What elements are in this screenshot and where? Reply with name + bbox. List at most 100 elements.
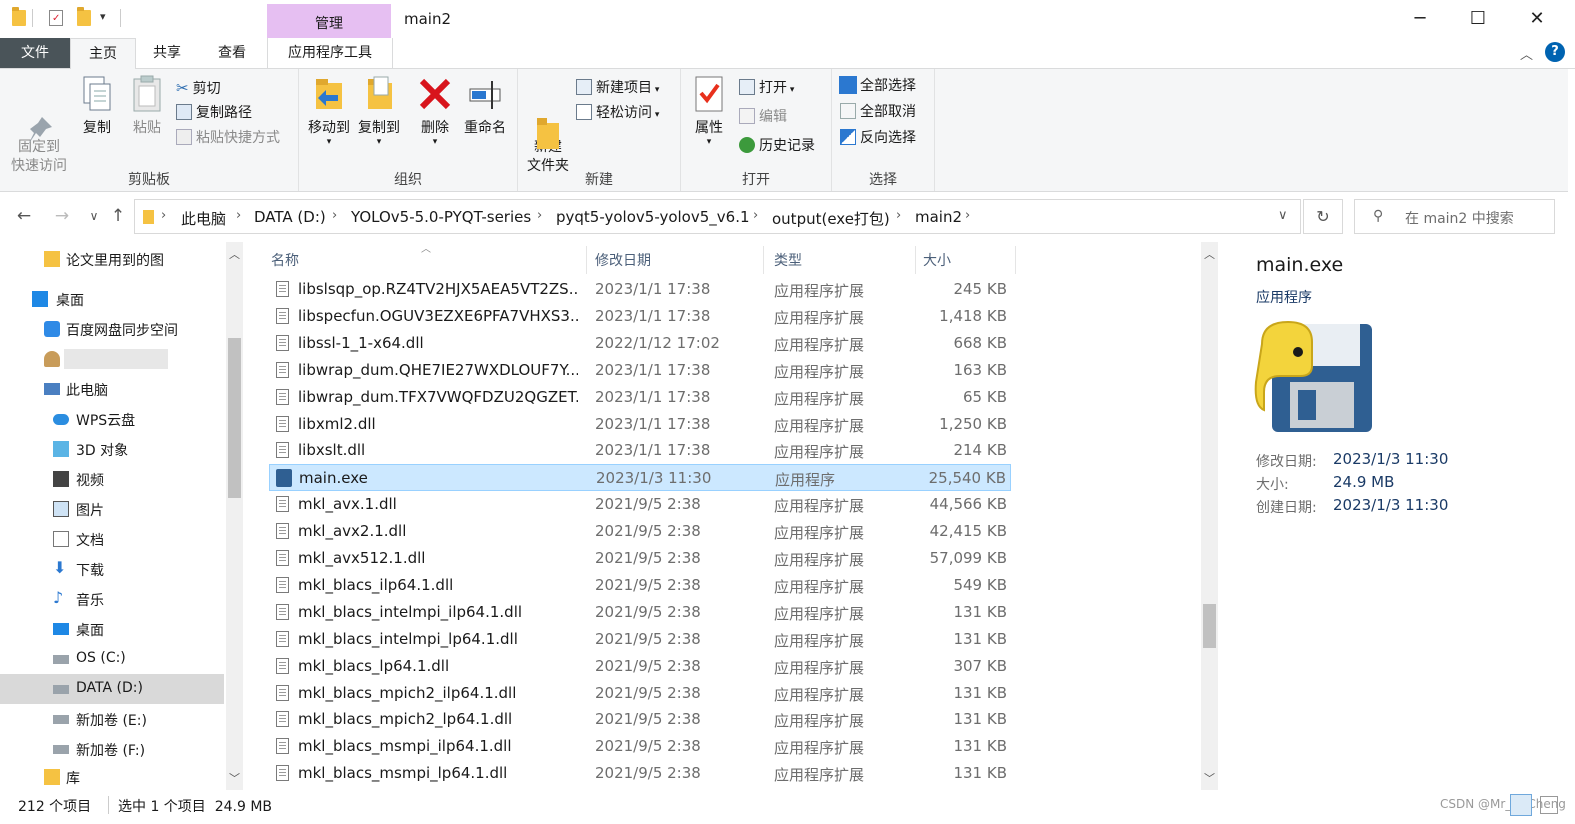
new-folder-button[interactable]: 新建 文件夹: [520, 75, 576, 176]
invert-selection-button[interactable]: 反向选择: [840, 127, 916, 149]
rename-button[interactable]: 重命名: [459, 75, 511, 138]
nav-item-volume-e[interactable]: 新加卷 (E:): [0, 704, 224, 734]
table-row[interactable]: libwrap_dum.TFX7VWQFDZU2QGZET... 2023/1/1…: [269, 384, 1011, 411]
nav-item-os-c[interactable]: OS (C:): [0, 644, 224, 674]
search-input[interactable]: ⚲ 在 main2 中搜索: [1354, 199, 1555, 234]
column-header-size[interactable]: 大小: [923, 250, 951, 270]
select-none-button[interactable]: 全部取消: [840, 101, 916, 123]
copy-path-button[interactable]: 复制路径: [176, 102, 252, 124]
select-all-button[interactable]: 全部选择: [839, 75, 916, 97]
column-header-type[interactable]: 类型: [774, 250, 802, 270]
customize-qat-icon[interactable]: ▾: [100, 10, 106, 23]
scroll-down-icon[interactable]: ﹀: [1204, 770, 1215, 786]
open-button[interactable]: 打开 ▾: [739, 77, 794, 99]
breadcrumb-data-drive[interactable]: DATA (D:): [254, 208, 326, 226]
table-row[interactable]: mkl_avx.1.dll 2021/9/5 2:38 应用程序扩展 44,566 K…: [269, 491, 1011, 518]
help-icon[interactable]: ?: [1545, 42, 1565, 62]
tab-home[interactable]: 主页: [70, 38, 136, 70]
column-header-name[interactable]: 名称: [271, 250, 299, 270]
breadcrumb-main2[interactable]: main2: [915, 208, 962, 226]
tab-app-tools[interactable]: 应用程序工具: [267, 38, 393, 68]
column-divider[interactable]: [763, 246, 764, 274]
breadcrumb-pyqt5-yolov5[interactable]: pyqt5-yolov5-yolov5_v6.1: [556, 208, 750, 226]
table-row[interactable]: libssl-1_1-x64.dll 2022/1/12 17:02 应用程序扩展 6…: [269, 330, 1011, 357]
close-button[interactable]: ✕: [1508, 0, 1566, 38]
table-row[interactable]: libxml2.dll 2023/1/1 17:38 应用程序扩展 1,250 KB: [269, 411, 1011, 438]
nav-item-desktop-2[interactable]: 桌面: [0, 614, 224, 644]
nav-item-baidu-sync[interactable]: 百度网盘同步空间: [0, 314, 224, 344]
file-list-scrollbar-thumb[interactable]: [1203, 604, 1216, 648]
table-row[interactable]: mkl_blacs_mpich2_ilp64.1.dll 2021/9/5 2:3…: [269, 680, 1011, 707]
table-row[interactable]: mkl_blacs_msmpi_ilp64.1.dll 2021/9/5 2:38…: [269, 733, 1011, 760]
nav-item-pictures[interactable]: 图片: [0, 494, 224, 524]
refresh-icon[interactable]: ↻: [1303, 199, 1343, 234]
maximize-button[interactable]: ☐: [1449, 0, 1507, 38]
copy-to-button[interactable]: 复制到 ▾: [353, 75, 405, 147]
table-row[interactable]: mkl_avx2.1.dll 2021/9/5 2:38 应用程序扩展 42,415 …: [269, 518, 1011, 545]
tab-file[interactable]: 文件: [0, 38, 70, 68]
tab-view[interactable]: 查看: [200, 38, 264, 68]
table-row[interactable]: libspecfun.OGUV3EZXE6PFA7VHXS3... 2023/1/…: [269, 303, 1011, 330]
nav-item-videos[interactable]: 视频: [0, 464, 224, 494]
table-row[interactable]: mkl_blacs_lp64.1.dll 2021/9/5 2:38 应用程序扩展 3…: [269, 653, 1011, 680]
new-item-button[interactable]: 新建项目 ▾: [576, 77, 659, 99]
address-bar[interactable]: › 此电脑 › DATA (D:) › YOLOv5-5.0-PYQT-seri…: [134, 199, 1301, 234]
breadcrumb-this-pc[interactable]: 此电脑: [181, 208, 226, 229]
nav-item-libraries[interactable]: 库: [0, 762, 224, 792]
pin-quick-access-button[interactable]: 固定到 快速访问: [6, 75, 72, 176]
delete-button[interactable]: 删除 ▾: [413, 75, 457, 147]
new-folder-icon[interactable]: [77, 7, 91, 26]
nav-item-3d-objects[interactable]: 3D 对象: [0, 434, 224, 464]
copy-button[interactable]: 复制: [76, 75, 118, 138]
move-to-button[interactable]: 移动到 ▾: [303, 75, 355, 147]
table-row[interactable]: main.exe 2023/1/3 11:30 应用程序 25,540 KB: [269, 464, 1011, 492]
table-row[interactable]: mkl_blacs_ilp64.1.dll 2021/9/5 2:38 应用程序扩展…: [269, 572, 1011, 599]
paste-button[interactable]: 粘贴: [124, 75, 170, 138]
up-arrow-icon[interactable]: ↑: [106, 203, 130, 229]
column-header-date[interactable]: 修改日期: [595, 250, 651, 270]
easy-access-button[interactable]: 轻松访问 ▾: [576, 102, 659, 124]
table-row[interactable]: mkl_blacs_mpich2_lp64.1.dll 2021/9/5 2:38…: [269, 706, 1011, 733]
table-row[interactable]: mkl_blacs_intelmpi_lp64.1.dll 2021/9/5 2:…: [269, 626, 1011, 653]
recent-locations-icon[interactable]: ∨: [82, 203, 106, 229]
edit-button[interactable]: 编辑: [739, 106, 787, 128]
breadcrumb-yolov5-series[interactable]: YOLOv5-5.0-PYQT-series: [351, 208, 531, 226]
file-list-scrollbar[interactable]: ︿ ﹀: [1201, 242, 1218, 790]
details-view-icon[interactable]: [1510, 794, 1532, 816]
nav-scrollbar-thumb[interactable]: [228, 338, 241, 498]
properties-icon[interactable]: ✓: [49, 10, 63, 26]
properties-button[interactable]: 属性 ▾: [687, 75, 731, 147]
scroll-up-icon[interactable]: ︿: [229, 246, 240, 262]
large-icons-view-icon[interactable]: [1540, 796, 1558, 814]
minimize-button[interactable]: ─: [1391, 0, 1449, 38]
tab-share[interactable]: 共享: [136, 38, 198, 68]
nav-item-this-pc[interactable]: 此电脑: [0, 374, 224, 404]
forward-arrow-icon[interactable]: →: [50, 203, 74, 229]
nav-item-paper-images[interactable]: 论文里用到的图: [0, 244, 224, 274]
table-row[interactable]: libslsqp_op.RZ4TV2HJX5AEA5VT2ZS... 2023/1…: [269, 276, 1011, 303]
table-row[interactable]: mkl_blacs_intelmpi_ilp64.1.dll 2021/9/5 2…: [269, 599, 1011, 626]
table-row[interactable]: mkl_avx512.1.dll 2021/9/5 2:38 应用程序扩展 57,09…: [269, 545, 1011, 572]
nav-item-user[interactable]: [0, 344, 224, 374]
cut-button[interactable]: ✂ 剪切: [176, 77, 221, 99]
nav-scrollbar[interactable]: ︿ ﹀: [226, 242, 243, 790]
column-divider[interactable]: [915, 246, 916, 274]
nav-item-desktop[interactable]: 桌面: [0, 284, 224, 314]
paste-shortcut-button[interactable]: 粘贴快捷方式: [176, 127, 280, 149]
column-divider[interactable]: [586, 246, 587, 274]
table-row[interactable]: libxslt.dll 2023/1/1 17:38 应用程序扩展 214 KB: [269, 437, 1011, 464]
back-arrow-icon[interactable]: ←: [12, 203, 36, 229]
address-dropdown-icon[interactable]: ∨: [1278, 208, 1288, 223]
table-row[interactable]: mkl_blacs_msmpi_lp64.1.dll 2021/9/5 2:38 应…: [269, 760, 1011, 787]
nav-item-wps-cloud[interactable]: WPS云盘: [0, 404, 224, 434]
nav-item-data-d[interactable]: DATA (D:): [0, 674, 224, 704]
column-divider[interactable]: [1015, 246, 1016, 274]
breadcrumb-output[interactable]: output(exe打包): [772, 208, 890, 229]
history-button[interactable]: 历史记录: [739, 135, 815, 157]
scroll-down-icon[interactable]: ﹀: [229, 770, 240, 786]
nav-item-volume-f[interactable]: 新加卷 (F:): [0, 734, 224, 764]
table-row[interactable]: libwrap_dum.QHE7IE27WXDLOUF7Y... 2023/1/1…: [269, 357, 1011, 384]
collapse-ribbon-icon[interactable]: ︿: [1520, 44, 1533, 63]
scroll-up-icon[interactable]: ︿: [1204, 246, 1215, 262]
nav-item-downloads[interactable]: ⬇ 下载: [0, 554, 224, 584]
